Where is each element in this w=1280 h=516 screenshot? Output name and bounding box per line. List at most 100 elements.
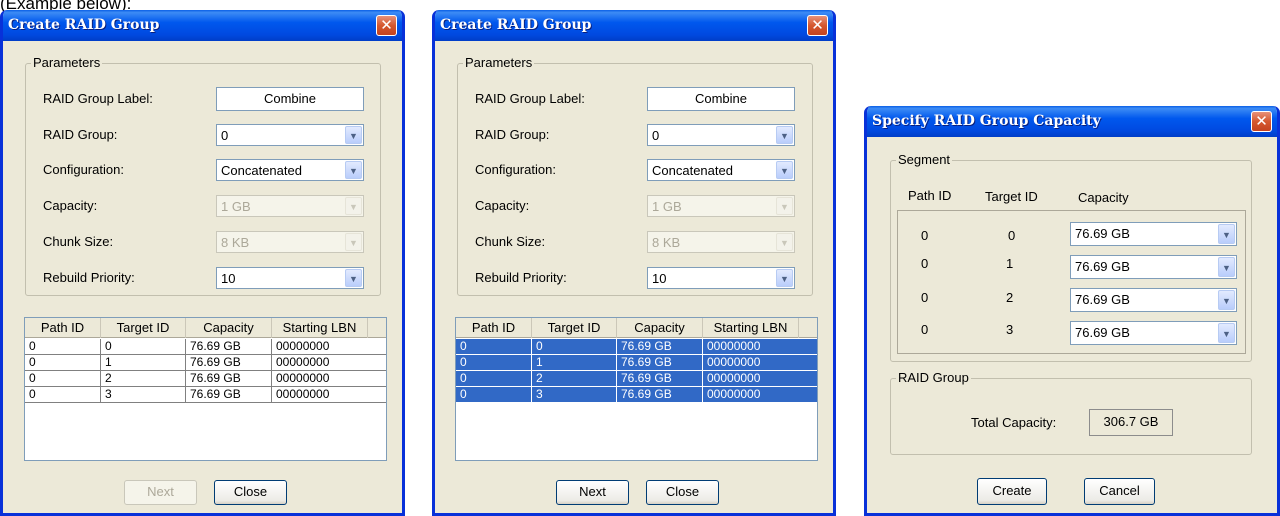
cell-starting-lbn: 00000000: [703, 339, 817, 355]
raid-group-label-label: RAID Group Label:: [43, 91, 153, 106]
close-button[interactable]: Close: [646, 480, 719, 505]
raid-group-label-label: RAID Group Label:: [475, 91, 585, 106]
table-row[interactable]: 0 0 76.69 GB 00000000: [25, 339, 386, 355]
parameters-legend: Parameters: [463, 55, 535, 70]
title-bar[interactable]: Specify RAID Group Capacity ✕: [867, 106, 1277, 137]
cell-target-id: 2: [532, 371, 617, 387]
chevron-down-icon[interactable]: ▼: [776, 161, 793, 179]
raid-group-value: 0: [221, 128, 229, 143]
chevron-down-icon: ▼: [776, 233, 793, 251]
cell-path-id: 0: [25, 387, 101, 403]
chevron-down-icon[interactable]: ▼: [345, 161, 362, 179]
cell-capacity: 76.69 GB: [617, 371, 703, 387]
chevron-down-icon[interactable]: ▼: [776, 126, 793, 144]
column-header-path-id[interactable]: Path ID: [456, 318, 532, 338]
raid-group-group: RAID Group Total Capacity: 306.7 GB: [890, 370, 1252, 455]
chevron-down-icon[interactable]: ▼: [1218, 224, 1235, 244]
configuration-value: Concatenated: [652, 163, 733, 178]
list-item: 0 2 76.69 GB ▼: [898, 288, 1245, 316]
close-icon[interactable]: ✕: [1251, 111, 1272, 132]
close-icon[interactable]: ✕: [376, 15, 397, 36]
column-header-starting-lbn[interactable]: Starting LBN: [272, 318, 368, 338]
segment-list: 0 0 76.69 GB ▼ 0 1 76.69 GB ▼ 0 2 76.69 …: [897, 210, 1246, 354]
cell-path-id: 0: [25, 355, 101, 371]
cell-path-id: 0: [25, 371, 101, 387]
capacity-select: 1 GB ▼: [216, 195, 364, 217]
capacity-select[interactable]: 76.69 GB ▼: [1070, 288, 1237, 312]
cell-path-id: 0: [456, 339, 532, 355]
segment-legend: Segment: [896, 152, 953, 167]
table-row[interactable]: 0 0 76.69 GB 00000000: [456, 339, 817, 355]
target-id-value: 1: [1006, 256, 1014, 271]
cell-target-id: 0: [532, 339, 617, 355]
create-button[interactable]: Create: [977, 478, 1047, 505]
cell-path-id: 0: [456, 371, 532, 387]
cell-path-id: 0: [25, 339, 101, 355]
cell-target-id: 1: [101, 355, 186, 371]
segment-group: Segment Path ID Target ID Capacity 0 0 7…: [890, 152, 1252, 362]
column-header-target-id[interactable]: Target ID: [532, 318, 617, 338]
chunk-size-label: Chunk Size:: [43, 234, 114, 249]
capacity-select[interactable]: 76.69 GB ▼: [1070, 255, 1237, 279]
table-row[interactable]: 0 3 76.69 GB 00000000: [25, 387, 386, 403]
chevron-down-icon[interactable]: ▼: [776, 269, 793, 287]
capacity-value: 76.69 GB: [1075, 226, 1130, 241]
table-row[interactable]: 0 1 76.69 GB 00000000: [25, 355, 386, 371]
column-header-capacity[interactable]: Capacity: [186, 318, 272, 338]
chunk-size-select: 8 KB ▼: [216, 231, 364, 253]
chevron-down-icon[interactable]: ▼: [1218, 323, 1235, 343]
raid-group-label-input[interactable]: Combine: [647, 87, 795, 111]
column-header-starting-lbn[interactable]: Starting LBN: [703, 318, 799, 338]
column-header-path-id[interactable]: Path ID: [25, 318, 101, 338]
list-item: 0 3 76.69 GB ▼: [898, 321, 1245, 349]
cancel-button[interactable]: Cancel: [1084, 478, 1155, 505]
cell-path-id: 0: [456, 387, 532, 403]
configuration-select[interactable]: Concatenated ▼: [647, 159, 795, 181]
chevron-down-icon[interactable]: ▼: [345, 269, 362, 287]
title-bar[interactable]: Create RAID Group ✕: [435, 10, 833, 41]
cell-starting-lbn: 00000000: [272, 355, 386, 371]
raid-group-label-input[interactable]: Combine: [216, 87, 364, 111]
rebuild-priority-select[interactable]: 10 ▼: [216, 267, 364, 289]
create-raid-group-dialog-2: Create RAID Group ✕ Parameters RAID Grou…: [432, 10, 836, 516]
capacity-label: Capacity:: [43, 198, 98, 213]
rebuild-priority-value: 10: [652, 271, 667, 286]
next-button[interactable]: Next: [556, 480, 629, 505]
capacity-value: 76.69 GB: [1075, 325, 1130, 340]
capacity-select[interactable]: 76.69 GB ▼: [1070, 222, 1237, 246]
cell-target-id: 3: [532, 387, 617, 403]
cell-capacity: 76.69 GB: [186, 355, 272, 371]
segment-table[interactable]: Path ID Target ID Capacity Starting LBN …: [24, 317, 387, 461]
capacity-value: 76.69 GB: [1075, 259, 1130, 274]
column-header-capacity[interactable]: Capacity: [617, 318, 703, 338]
close-icon[interactable]: ✕: [807, 15, 828, 36]
title-bar[interactable]: Create RAID Group ✕: [3, 10, 402, 41]
column-header-target-id[interactable]: Target ID: [101, 318, 186, 338]
capacity-value: 76.69 GB: [1075, 292, 1130, 307]
raid-group-label: RAID Group:: [475, 127, 550, 142]
segment-table[interactable]: Path ID Target ID Capacity Starting LBN …: [455, 317, 818, 461]
configuration-select[interactable]: Concatenated ▼: [216, 159, 364, 181]
table-row[interactable]: 0 1 76.69 GB 00000000: [456, 355, 817, 371]
cell-target-id: 3: [101, 387, 186, 403]
path-id-value: 0: [921, 228, 929, 243]
capacity-select[interactable]: 76.69 GB ▼: [1070, 321, 1237, 345]
cell-starting-lbn: 00000000: [272, 339, 386, 355]
raid-group-select[interactable]: 0 ▼: [647, 124, 795, 146]
cell-starting-lbn: 00000000: [272, 387, 386, 403]
chevron-down-icon[interactable]: ▼: [345, 126, 362, 144]
cell-path-id: 0: [456, 355, 532, 371]
parameters-group: Parameters RAID Group Label: Combine RAI…: [25, 55, 381, 296]
table-row[interactable]: 0 2 76.69 GB 00000000: [456, 371, 817, 387]
table-row[interactable]: 0 2 76.69 GB 00000000: [25, 371, 386, 387]
chevron-down-icon: ▼: [345, 233, 362, 251]
chevron-down-icon[interactable]: ▼: [1218, 290, 1235, 310]
rebuild-priority-label: Rebuild Priority:: [43, 270, 135, 285]
raid-group-select[interactable]: 0 ▼: [216, 124, 364, 146]
table-row[interactable]: 0 3 76.69 GB 00000000: [456, 387, 817, 403]
close-button[interactable]: Close: [214, 480, 287, 505]
chunk-size-label: Chunk Size:: [475, 234, 546, 249]
rebuild-priority-select[interactable]: 10 ▼: [647, 267, 795, 289]
cell-target-id: 0: [101, 339, 186, 355]
chevron-down-icon[interactable]: ▼: [1218, 257, 1235, 277]
